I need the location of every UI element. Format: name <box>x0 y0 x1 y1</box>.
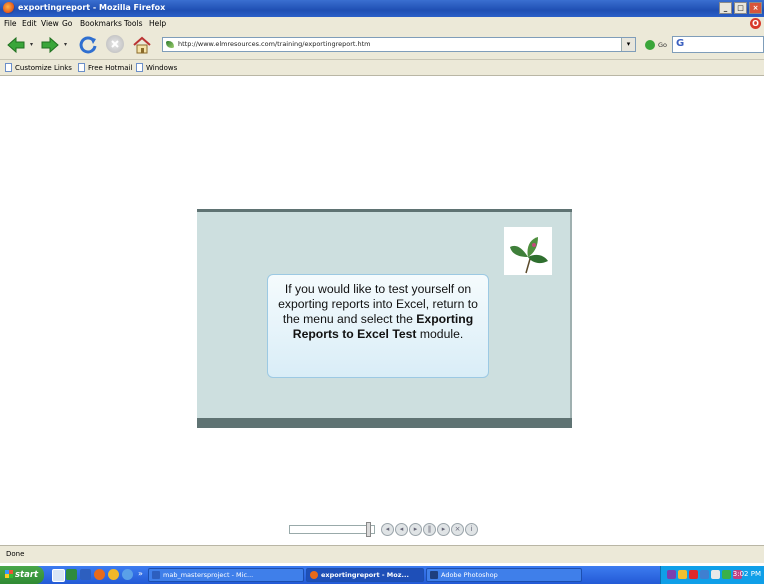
bookmark-label: Windows <box>146 63 178 72</box>
quicklaunch-overflow-icon[interactable]: » <box>138 569 143 578</box>
menu-go[interactable]: Go <box>62 19 72 28</box>
help-icon[interactable] <box>122 569 133 580</box>
speaker-icon[interactable] <box>678 570 687 579</box>
status-bar: Done <box>0 545 764 563</box>
leaf-logo-icon <box>504 227 552 275</box>
menu-bar: File Edit View Go Bookmarks Tools Help O <box>0 17 764 31</box>
maximize-button[interactable]: □ <box>734 2 747 14</box>
menu-tools[interactable]: Tools <box>124 19 142 28</box>
task-word-document[interactable]: mab_mastersproject - Mic... <box>148 568 304 582</box>
task-photoshop[interactable]: Adobe Photoshop <box>426 568 582 582</box>
rewind-icon[interactable]: ◂ <box>381 523 394 536</box>
go-icon[interactable] <box>645 40 655 50</box>
address-bar[interactable]: http://www.elmresources.com/training/exp… <box>162 37 636 52</box>
instruction-callout: If you would like to test yourself on ex… <box>267 274 489 378</box>
back-icon[interactable] <box>6 36 26 54</box>
show-desktop-icon[interactable] <box>52 569 65 582</box>
bookmark-label: Free Hotmail <box>88 63 133 72</box>
slide-edge <box>570 212 572 428</box>
task-label: Adobe Photoshop <box>441 571 498 579</box>
windows-logo-icon <box>5 570 13 578</box>
slide-footer-bar <box>197 418 572 428</box>
google-search-icon: G <box>676 38 685 49</box>
next-icon[interactable]: ▸ <box>437 523 450 536</box>
exit-icon[interactable]: × <box>451 523 464 536</box>
antivirus-icon[interactable] <box>689 570 698 579</box>
pause-icon[interactable]: ‖ <box>423 523 436 536</box>
start-label: start <box>15 570 39 580</box>
bookmark-label: Customize Links <box>15 63 72 72</box>
go-label[interactable]: Go <box>658 41 667 49</box>
status-text: Done <box>6 550 25 558</box>
play-icon[interactable]: ▸ <box>409 523 422 536</box>
photoshop-icon <box>430 571 438 579</box>
task-firefox[interactable]: exportingreport - Moz... <box>306 568 424 582</box>
menu-help[interactable]: Help <box>149 19 166 28</box>
window-controls: _ □ × <box>719 2 762 14</box>
update-icon[interactable] <box>722 570 731 579</box>
minimize-button[interactable]: _ <box>719 2 732 14</box>
menu-file[interactable]: File <box>4 19 17 28</box>
back-dropdown-icon[interactable]: ▾ <box>30 41 33 48</box>
throbber-icon: O <box>750 18 761 29</box>
progress-thumb[interactable] <box>365 522 371 537</box>
word-icon <box>152 571 160 579</box>
progress-slider[interactable] <box>289 525 375 534</box>
bookmark-free-hotmail[interactable]: Free Hotmail <box>78 63 132 72</box>
forward-icon[interactable] <box>40 36 60 54</box>
close-button[interactable]: × <box>749 2 762 14</box>
menu-bookmarks[interactable]: Bookmarks <box>80 19 122 28</box>
messenger-icon[interactable] <box>108 569 119 580</box>
bookmark-windows[interactable]: Windows <box>136 63 177 72</box>
home-icon[interactable] <box>132 35 152 55</box>
menu-view[interactable]: View <box>41 19 59 28</box>
reload-icon[interactable] <box>78 35 98 55</box>
firefox-quicklaunch-icon[interactable] <box>94 569 105 580</box>
navigation-toolbar: ▾ ▾ http://www.elmresources.com/training… <box>0 31 764 60</box>
info-icon[interactable]: i <box>465 523 478 536</box>
shield-icon[interactable] <box>667 570 676 579</box>
menu-edit[interactable]: Edit <box>22 19 37 28</box>
task-label: exportingreport - Moz... <box>321 571 409 579</box>
site-favicon-icon <box>166 41 174 48</box>
network-icon[interactable] <box>700 570 709 579</box>
start-button[interactable]: start <box>0 566 44 584</box>
bookmark-customize-links[interactable]: Customize Links <box>5 63 72 72</box>
forward-dropdown-icon[interactable]: ▾ <box>64 41 67 48</box>
sync-icon[interactable] <box>711 570 720 579</box>
bookmarks-bar: Customize Links Free Hotmail Windows <box>0 60 764 76</box>
training-slide: If you would like to test yourself on ex… <box>197 209 572 428</box>
clock: 3:02 PM <box>732 570 761 578</box>
stop-icon[interactable] <box>106 35 124 53</box>
page-icon <box>5 63 12 72</box>
url-text[interactable]: http://www.elmresources.com/training/exp… <box>178 40 371 48</box>
window-title: exportingreport - Mozilla Firefox <box>18 3 166 12</box>
callout-text-end: module. <box>416 327 464 341</box>
page-icon <box>78 63 85 72</box>
playback-controls: ◂ ◂ ▸ ‖ ▸ × i <box>289 522 479 538</box>
excel-icon[interactable] <box>66 569 77 580</box>
firefox-icon <box>3 2 15 14</box>
address-dropdown-icon[interactable]: ▾ <box>621 38 635 51</box>
search-input[interactable]: G <box>672 36 764 53</box>
title-bar: exportingreport - Mozilla Firefox _ □ × <box>0 0 764 17</box>
previous-icon[interactable]: ◂ <box>395 523 408 536</box>
taskbar: start » mab_mastersproject - Mic... expo… <box>0 566 764 584</box>
page-icon <box>136 63 143 72</box>
system-tray: 3:02 PM <box>660 566 764 584</box>
word-icon[interactable] <box>80 569 91 580</box>
firefox-icon <box>310 571 318 579</box>
task-label: mab_mastersproject - Mic... <box>163 571 254 579</box>
